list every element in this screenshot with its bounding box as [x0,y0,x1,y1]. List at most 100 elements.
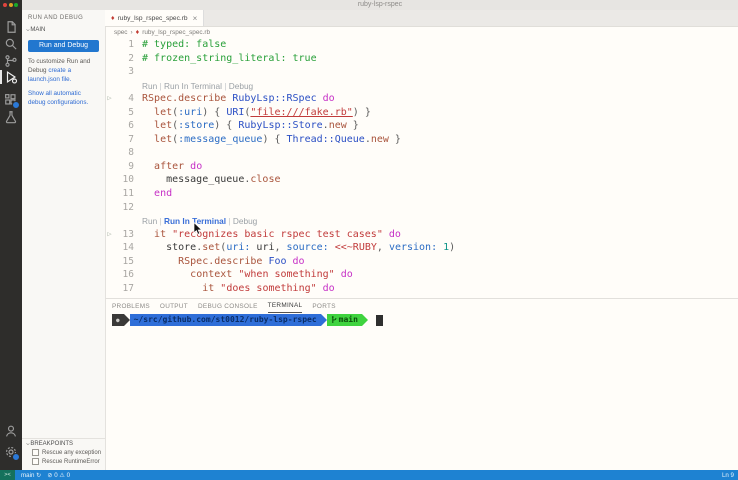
token: close [250,174,280,185]
token [142,120,154,131]
chevron-down-icon: › [24,443,30,445]
close-window-button[interactable] [3,3,7,7]
line-number: 1 [114,38,142,52]
token: "file:///fake.rb" [250,107,352,118]
line-number: 2 [114,52,142,66]
search-icon[interactable] [4,37,18,51]
gutter [105,201,114,215]
token: ) { [202,107,226,118]
gutter [105,65,114,79]
settings-icon[interactable] [4,445,18,459]
token: let [154,107,172,118]
breakpoint-label: Rescue RuntimeError [42,459,100,465]
gutter [105,241,114,255]
token: "recognizes basic rspec test cases" [172,229,383,240]
code-text: context "when something" do [142,268,353,282]
breakpoint-item[interactable]: Rescue RuntimeError [22,456,105,465]
checkbox-icon[interactable] [32,449,39,456]
token: do [317,283,335,294]
run-and-debug-icon[interactable] [4,70,18,84]
maximize-window-button[interactable] [14,3,18,7]
token: version: [389,242,437,253]
extensions-icon[interactable] [4,93,18,107]
checkbox-icon[interactable] [32,458,39,465]
codelens-separator: | [222,81,229,91]
code-line: 16 context "when something" do [105,268,738,282]
source-control-icon[interactable] [4,54,18,68]
codelens-debug-link[interactable]: Debug [233,216,257,226]
status-problems[interactable]: ⊘ 0 ⚠ 0 [47,472,70,479]
run-test-gutter-icon[interactable]: ▷ [105,228,114,242]
tab-ruby-lsp-rspec-spec[interactable]: ♦ ruby_lsp_rspec_spec.rb × [105,10,204,26]
breakpoint-item[interactable]: Rescue any exception [22,447,105,456]
breadcrumb-separator-icon: › [131,29,133,36]
token: Thread::Queue [287,134,365,145]
codelens-debug-link[interactable]: Debug [229,81,253,91]
token: ) [449,242,455,253]
run-and-debug-button[interactable]: Run and Debug [28,40,99,52]
codelens-row: Run | Run In Terminal | Debug [105,79,738,93]
panel-tab-debug-console[interactable]: DEBUG CONSOLE [198,300,258,313]
panel-tab-problems[interactable]: PROBLEMS [112,300,150,313]
minimize-window-button[interactable] [9,3,13,7]
token: :message_queue [178,134,262,145]
token: it [202,283,214,294]
terminal-git-segment: main [327,314,362,326]
codelens-run-link[interactable]: Run [142,81,157,91]
terminal-host-segment: ● [112,314,124,326]
editor-tab-bar: ♦ ruby_lsp_rspec_spec.rb × [105,10,738,27]
show-debug-configurations-link[interactable]: Show all automatic debug configurations. [28,90,88,106]
gutter [105,255,114,269]
breadcrumb-folder[interactable]: spec [114,29,128,36]
sidebar-run-and-debug: RUN AND DEBUG › MAIN Run and Debug To cu… [22,10,106,470]
codelens-separator: | [157,81,164,91]
codelens-run-in-terminal-link[interactable]: Run In Terminal [164,81,222,91]
sidebar-section-main[interactable]: › MAIN [22,21,105,33]
token: :store [178,120,214,131]
status-cursor-position[interactable]: Ln 9 [722,472,734,479]
token: Foo [268,256,286,267]
gutter [105,106,114,120]
token [142,134,154,145]
token: "when something" [238,269,334,280]
testing-icon[interactable] [4,110,18,124]
explorer-icon[interactable] [4,20,18,34]
accounts-icon[interactable] [4,424,18,438]
status-git-branch[interactable]: main ↻ [21,472,41,479]
codelens-run-in-terminal-link[interactable]: Run In Terminal [164,216,226,226]
code-editor[interactable]: 1# typed: false2# frozen_string_literal:… [105,38,738,298]
code-line: 1# typed: false [105,38,738,52]
line-number: 9 [114,160,142,174]
token: source: [287,242,329,253]
code-line: 5 let(:uri) { URI("file:///fake.rb") } [105,106,738,120]
code-text: # frozen_string_literal: true [142,52,317,66]
code-text: it "recognizes basic rspec test cases" d… [142,228,401,242]
panel-tab-terminal[interactable]: TERMINAL [268,299,303,313]
code-line: 11 end [105,187,738,201]
codelens-run-link[interactable]: Run [142,216,157,226]
line-number: 13 [114,228,142,242]
terminal[interactable]: ●~/src/github.com/st0012/ruby-lsp-rspecm… [112,314,383,326]
token: store [142,242,196,253]
status-remote-indicator[interactable]: >< [0,470,15,480]
token [142,229,154,240]
token: do [335,269,353,280]
run-test-gutter-icon[interactable]: ▷ [105,92,114,106]
line-number: 14 [114,241,142,255]
line-number: 5 [114,106,142,120]
terminal-cursor[interactable] [376,315,383,326]
badge [12,453,20,461]
gutter [105,52,114,66]
gutter [105,268,114,282]
token [142,107,154,118]
code-line: 3 [105,65,738,79]
code-line: 2# frozen_string_literal: true [105,52,738,66]
codelens-separator: | [226,216,233,226]
panel-tab-output[interactable]: OUTPUT [160,300,188,313]
panel-tab-ports[interactable]: PORTS [312,300,335,313]
token: :uri [178,107,202,118]
breadcrumb-file[interactable]: ruby_lsp_rspec_spec.rb [142,29,210,36]
sidebar-section-label: MAIN [30,27,45,33]
code-text: end [142,187,172,201]
close-tab-icon[interactable]: × [193,14,198,23]
